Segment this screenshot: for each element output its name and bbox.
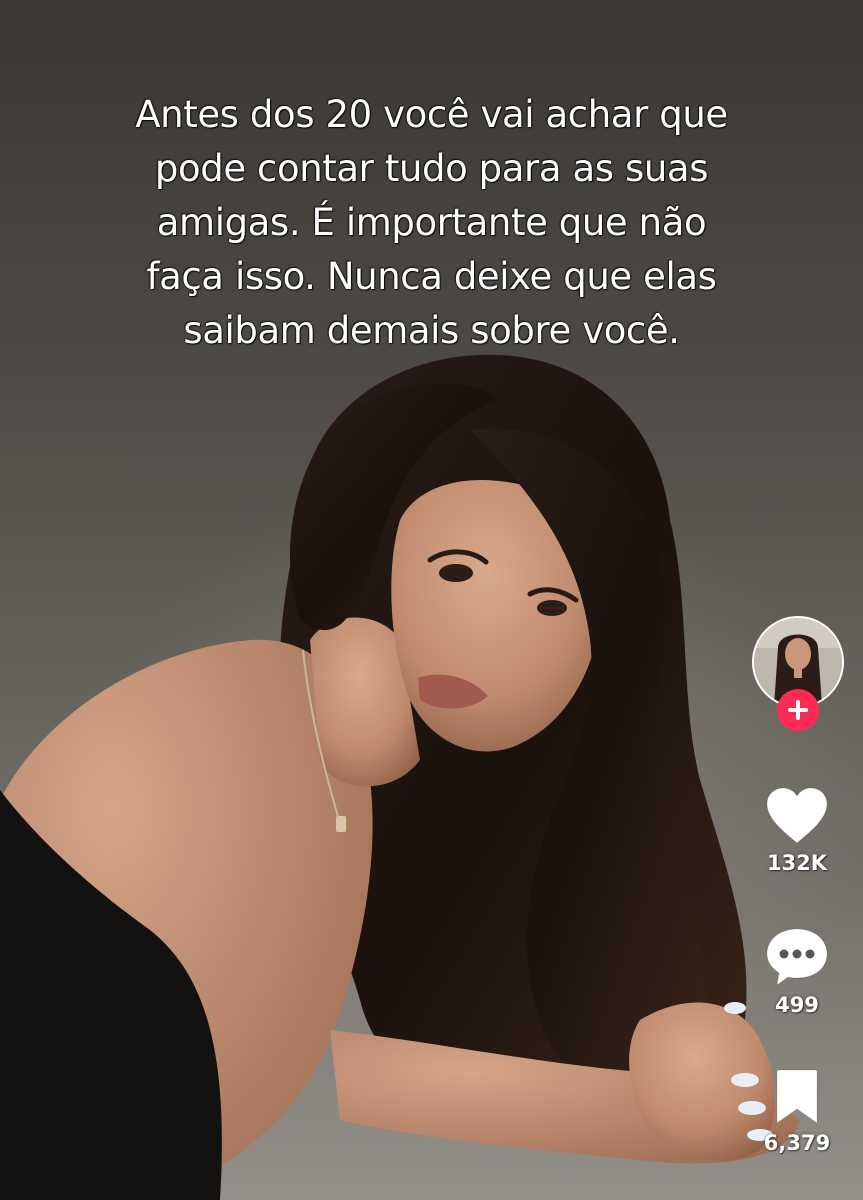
comment-bubble-icon <box>766 928 828 987</box>
caption-line: saibam demais sobre você. <box>183 309 680 352</box>
save-button[interactable]: 6,379 <box>749 1068 845 1156</box>
save-count: 6,379 <box>763 1131 831 1155</box>
comment-button[interactable]: 499 <box>749 926 845 1018</box>
caption-line: pode contar tudo para as suas <box>154 147 709 190</box>
follow-button[interactable] <box>777 689 819 731</box>
comment-count: 499 <box>775 993 819 1017</box>
bookmark-icon <box>776 1069 818 1124</box>
caption-line: Antes dos 20 você vai achar que <box>135 93 728 136</box>
plus-icon <box>788 700 808 720</box>
caption-line: amigas. É importante que não <box>156 201 707 244</box>
caption-line: faça isso. Nunca deixe que elas <box>146 255 717 298</box>
creator-avatar-button[interactable] <box>752 616 844 731</box>
like-count: 132K <box>766 851 828 875</box>
video-caption: Antes dos 20 você vai achar que pode con… <box>100 88 763 358</box>
like-button[interactable]: 132K <box>749 786 845 876</box>
heart-icon <box>766 787 828 844</box>
video-screen[interactable]: Antes dos 20 você vai achar que pode con… <box>0 0 863 1200</box>
